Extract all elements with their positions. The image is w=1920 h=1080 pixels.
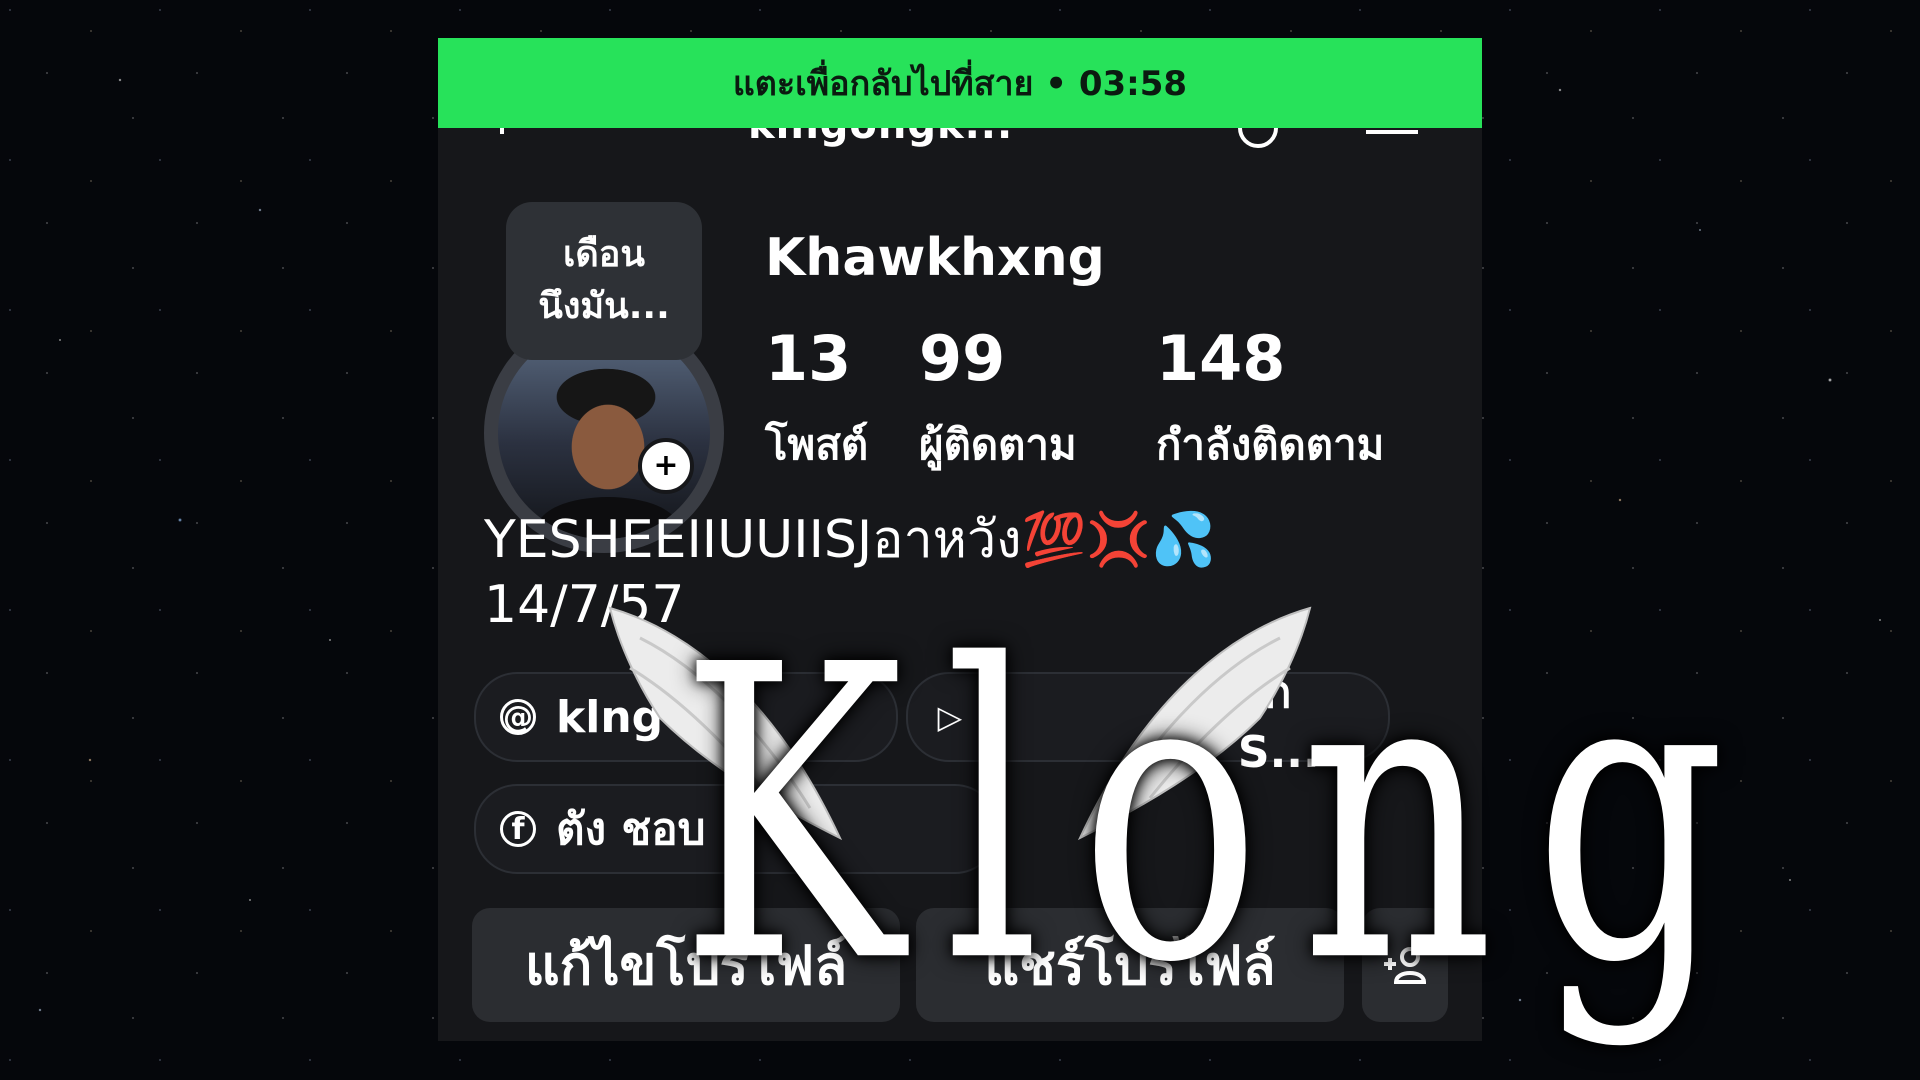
stat-followers[interactable]: 99 ผู้ติดตาม	[919, 328, 1077, 478]
threads-icon: @	[500, 699, 536, 735]
bio-line-1: YESHEEIIUUIISJอาหวัง💯💢💦	[484, 508, 1424, 573]
add-person-icon	[1384, 947, 1427, 984]
profile-top-bar: klngongk...	[438, 102, 1482, 178]
stat-posts-label: โพสต์	[765, 420, 869, 469]
hundred-points-icon: 💯	[1021, 510, 1087, 570]
profile-screen: แตะเพื่อกลับไปที่สาย • 03:58 klngongk...…	[438, 38, 1482, 1041]
add-story-button[interactable]: +	[638, 438, 694, 494]
sweat-droplets-icon: 💦	[1151, 510, 1216, 570]
facebook-icon: f	[500, 811, 536, 847]
return-to-call-banner[interactable]: แตะเพื่อกลับไปที่สาย • 03:58	[438, 38, 1482, 128]
share-profile-button[interactable]: แชร์โปรไฟล์	[916, 908, 1344, 1022]
stat-posts[interactable]: 13 โพสต์	[765, 328, 868, 478]
plus-icon: +	[653, 448, 679, 483]
stat-following-label: กำลังติดตาม	[1156, 420, 1385, 469]
stat-followers-value: 99	[919, 322, 1006, 395]
share-profile-label: แชร์โปรไฟล์	[984, 934, 1276, 997]
stat-following-value: 148	[1156, 322, 1286, 395]
note-line-1: เดือน	[563, 233, 645, 275]
menu-icon[interactable]	[1366, 130, 1418, 134]
bio-line-1-text: YESHEEIIUUIISJอาหวัง	[484, 510, 1022, 570]
discover-people-button[interactable]	[1362, 908, 1448, 1022]
edit-profile-button[interactable]: แก้ไขโปรไฟล์	[472, 908, 900, 1022]
right-angel-wing-icon	[1077, 606, 1312, 841]
stat-following[interactable]: 148 กำลังติดตาม	[1156, 328, 1384, 478]
stat-posts-value: 13	[765, 322, 852, 395]
anger-symbol-icon: 💢	[1086, 510, 1152, 570]
edit-profile-label: แก้ไขโปรไฟล์	[524, 934, 848, 997]
profile-note-bubble[interactable]: เดือน นึงมัน...	[506, 202, 702, 360]
play-icon: ▷	[937, 698, 963, 736]
return-to-call-text: แตะเพื่อกลับไปที่สาย • 03:58	[732, 64, 1188, 104]
display-name: Khawkhxng	[765, 228, 1105, 288]
stat-followers-label: ผู้ติดตาม	[919, 420, 1077, 469]
left-angel-wing-icon	[608, 606, 843, 841]
note-line-2: นึงมัน...	[538, 286, 670, 327]
